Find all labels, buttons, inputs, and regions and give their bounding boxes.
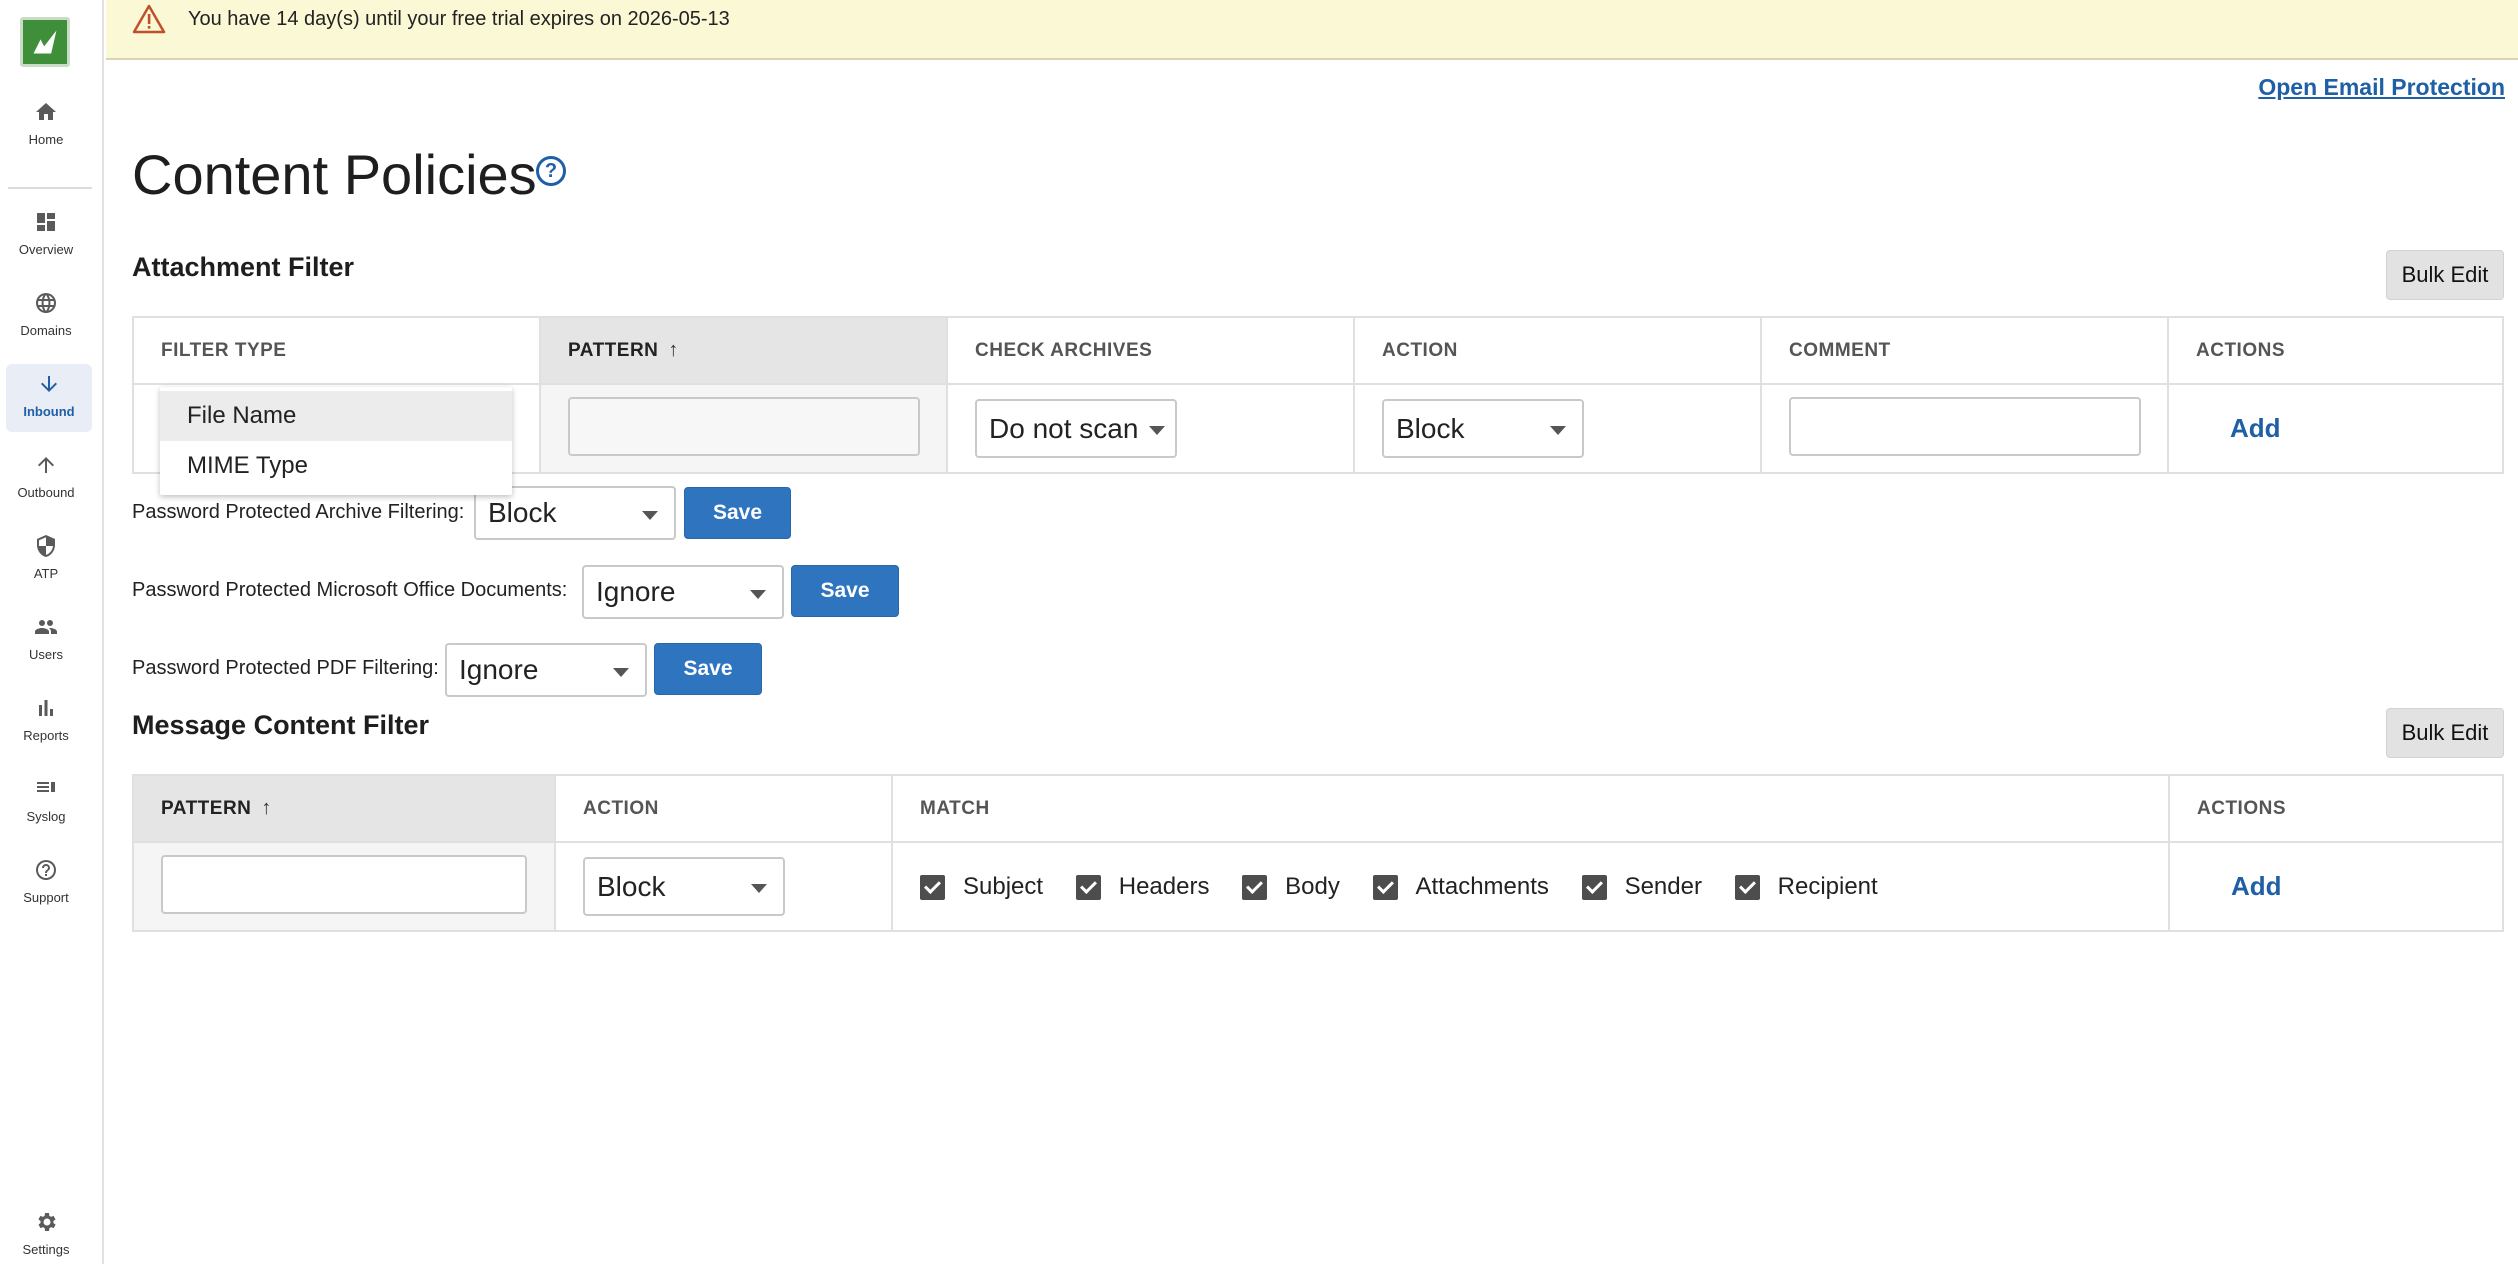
chevron-down-icon [1550,426,1566,435]
users-icon [34,615,58,639]
checkbox-checked-icon[interactable] [920,874,945,900]
actions-cell: Add [2167,383,2504,474]
action-select[interactable]: Block [1382,399,1584,458]
column-match: MATCH [891,774,2170,843]
trial-banner-text: You have 14 day(s) until your free trial… [188,8,730,30]
sidebar-divider [8,187,92,189]
office-documents-select[interactable]: Ignore [582,565,784,619]
message-add-link[interactable]: Add [2197,871,2282,901]
pdf-save-button[interactable]: Save [654,643,762,695]
message-pattern-input[interactable] [161,854,527,914]
match-recipient[interactable]: Recipient [1734,873,1878,901]
pattern-input[interactable] [568,396,920,456]
gear-icon [34,1210,58,1234]
chevron-down-icon [1149,426,1165,435]
action-cell: Block [554,841,893,932]
column-check-archives[interactable]: CHECK ARCHIVES [946,316,1355,385]
table-header-row: PATTERN ↑ ACTION MATCH ACTIONS [132,774,2504,843]
checkbox-checked-icon[interactable] [1734,874,1760,900]
chevron-down-icon [613,668,629,677]
office-save-button[interactable]: Save [791,565,899,617]
pattern-cell [539,383,948,474]
office-documents-label: Password Protected Microsoft Office Docu… [132,579,568,601]
table-header-row: FILTER TYPE PATTERN ↑ CHECK ARCHIVES ACTI… [132,316,2504,385]
check-archives-cell: Do not scan [946,383,1355,474]
table-row: Block Subject Headers Body Attachments S… [132,841,2504,932]
column-actions: ACTIONS [2168,774,2504,843]
pattern-cell [132,841,556,932]
barracuda-logo[interactable] [20,17,70,67]
dropdown-option-file-name[interactable]: File Name [160,391,512,441]
match-body[interactable]: Body [1242,873,1340,901]
column-actions: ACTIONS [2167,316,2504,385]
column-action[interactable]: ACTION [554,774,893,843]
home-icon [34,100,58,124]
arrow-down-icon [37,372,61,396]
comment-input[interactable] [1789,396,2141,456]
warning-icon [132,4,166,34]
sort-ascending-icon: ↑ [261,797,272,819]
column-action[interactable]: ACTION [1353,316,1762,385]
open-email-protection-link[interactable]: Open Email Protection [2258,74,2505,101]
match-subject[interactable]: Subject [920,873,1043,901]
attachment-filter-title: Attachment Filter [132,252,355,282]
action-cell: Block [1353,383,1762,474]
pdf-filtering-select[interactable]: Ignore [445,643,647,697]
message-action-select[interactable]: Block [583,857,785,916]
comment-cell [1760,383,2169,474]
match-attachments[interactable]: Attachments [1372,873,1549,901]
chevron-down-icon [750,590,766,599]
sidebar-item-syslog[interactable]: Syslog [0,777,92,824]
chevron-down-icon [642,511,658,520]
sidebar-item-overview[interactable]: Overview [0,210,92,257]
checkbox-checked-icon[interactable] [1581,874,1607,900]
sidebar: Home Overview Domains Inbound Outbound A… [0,0,104,1264]
arrow-up-icon [34,453,58,477]
list-icon [34,777,58,801]
checkbox-checked-icon[interactable] [1075,874,1101,900]
filter-type-dropdown: File Name MIME Type [160,387,512,495]
sidebar-item-settings[interactable]: Settings [0,1210,92,1257]
help-circle-icon [34,858,58,882]
message-content-filter-title: Message Content Filter [132,710,430,740]
check-archives-select[interactable]: Do not scan [975,399,1177,458]
sidebar-item-atp[interactable]: ATP [0,534,92,581]
archive-save-button[interactable]: Save [684,487,791,539]
sidebar-item-home[interactable]: Home [0,100,92,147]
page-title: Content Policies [132,143,537,206]
dropdown-option-mime-type[interactable]: MIME Type [160,441,512,491]
trial-banner: You have 14 day(s) until your free trial… [106,0,2518,60]
sidebar-item-users[interactable]: Users [0,615,92,662]
sidebar-item-outbound[interactable]: Outbound [0,453,92,500]
checkbox-checked-icon[interactable] [1242,874,1268,900]
bar-chart-icon [34,696,58,720]
actions-cell: Add [2168,841,2504,932]
archive-filtering-label: Password Protected Archive Filtering: [132,501,465,523]
match-sender[interactable]: Sender [1581,873,1702,901]
match-cell: Subject Headers Body Attachments Sender … [891,841,2170,932]
help-icon[interactable]: ? [536,156,566,186]
sidebar-item-inbound[interactable]: Inbound [6,364,92,432]
message-bulk-edit-button[interactable]: Bulk Edit [2386,708,2504,758]
attachment-bulk-edit-button[interactable]: Bulk Edit [2386,250,2504,300]
shield-icon [34,534,58,558]
globe-icon [34,291,58,315]
chevron-down-icon [751,884,767,893]
column-pattern[interactable]: PATTERN ↑ [132,774,556,843]
dashboard-icon [34,210,58,234]
match-headers[interactable]: Headers [1075,873,1209,901]
column-filter-type[interactable]: FILTER TYPE [132,316,541,385]
sidebar-item-reports[interactable]: Reports [0,696,92,743]
attachment-add-link[interactable]: Add [2196,413,2281,443]
column-comment[interactable]: COMMENT [1760,316,2169,385]
message-content-filter-table: PATTERN ↑ ACTION MATCH ACTIONS Block Subj… [132,774,2504,932]
sidebar-item-domains[interactable]: Domains [0,291,92,338]
sidebar-item-support[interactable]: Support [0,858,92,905]
column-pattern[interactable]: PATTERN ↑ [539,316,948,385]
checkbox-checked-icon[interactable] [1372,874,1398,900]
sort-ascending-icon: ↑ [668,339,679,361]
pdf-filtering-label: Password Protected PDF Filtering: [132,657,439,679]
